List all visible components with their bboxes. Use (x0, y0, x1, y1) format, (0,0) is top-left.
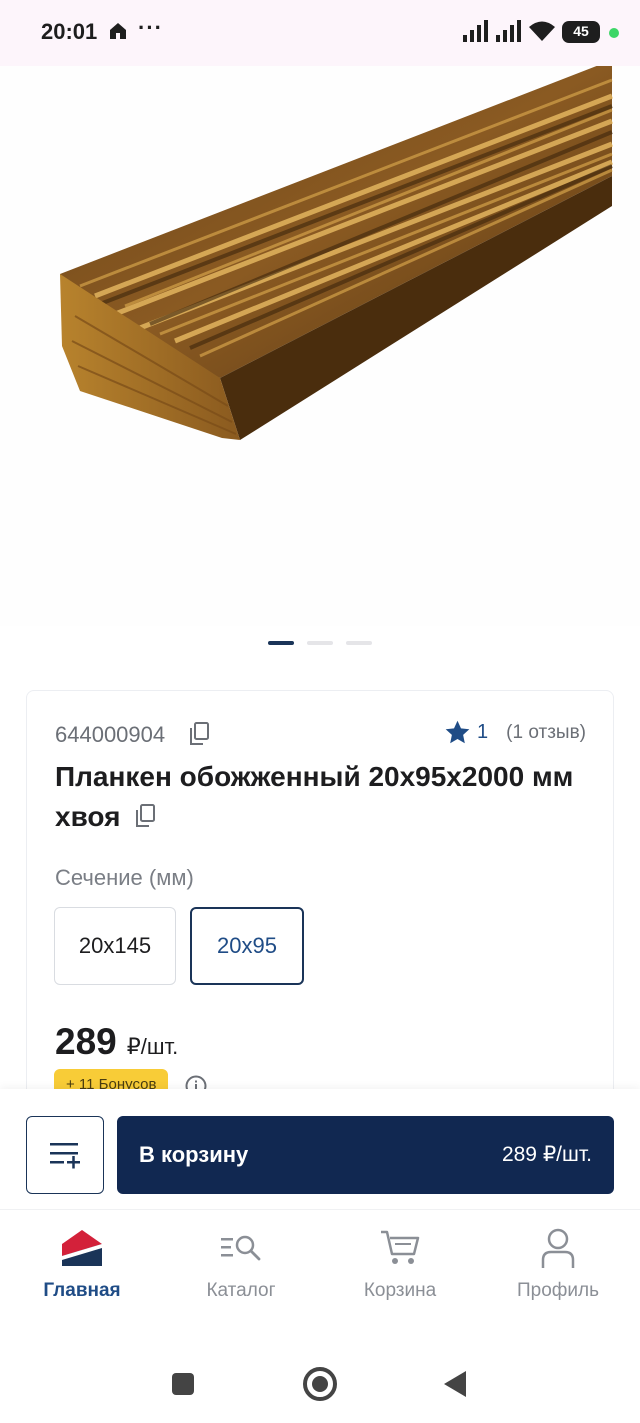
nav-label: Главная (43, 1280, 121, 1301)
pager-dot[interactable] (346, 641, 372, 645)
cart-icon (381, 1230, 420, 1264)
star-icon (445, 720, 470, 744)
pager-dot-active[interactable] (268, 641, 294, 645)
status-bar: 20:01 ··· 45 (0, 0, 640, 66)
pager-dot[interactable] (307, 641, 333, 645)
battery-icon: 45 (562, 21, 600, 43)
signal-icon-2 (496, 20, 521, 42)
option-label: 20x95 (217, 933, 277, 958)
reviews-link[interactable]: (1 отзыв) (506, 722, 586, 744)
profile-icon (541, 1228, 575, 1268)
home-status-icon (110, 23, 126, 39)
option-20x95-selected[interactable]: 20x95 (190, 907, 304, 985)
nav-home[interactable]: Главная (2, 1210, 162, 1320)
bottom-nav: Главная Каталог Корзина Профиль (0, 1209, 640, 1329)
option-label: 20x145 (78, 933, 152, 958)
nav-label: Каталог (206, 1280, 276, 1301)
more-icon: ··· (138, 15, 163, 40)
gallery-pager (268, 641, 372, 645)
nav-label: Профиль (516, 1280, 600, 1301)
nav-profile[interactable]: Профиль (478, 1210, 638, 1320)
cart-button-price: 289 ₽/шт. (501, 1143, 592, 1166)
price-value: 289 (55, 1021, 117, 1062)
list-add-icon (50, 1143, 80, 1169)
product-rating[interactable]: 1 (1 отзыв) (444, 719, 586, 746)
wood-plank-image (60, 66, 613, 440)
nav-label: Корзина (363, 1280, 437, 1301)
product-price: 289 ₽/шт. (55, 1021, 178, 1063)
product-title-text: Планкен обожженный 20x95x2000 мм хвоя (55, 761, 574, 832)
nav-cart[interactable]: Корзина (320, 1210, 480, 1320)
copy-title-icon[interactable] (134, 804, 156, 828)
signal-icon (463, 20, 488, 42)
product-image[interactable] (0, 66, 640, 645)
wifi-icon (529, 21, 555, 41)
system-nav-bar (0, 1329, 640, 1423)
option-20x145[interactable]: 20x145 (54, 907, 176, 985)
action-bar: В корзину 289 ₽/шт. (0, 1089, 640, 1209)
recents-button[interactable] (172, 1373, 194, 1395)
section-label: Сечение (мм) (55, 865, 194, 890)
home-logo-icon (62, 1230, 102, 1266)
add-to-list-button[interactable] (26, 1116, 104, 1194)
product-title: Планкен обожженный 20x95x2000 мм хвоя (55, 757, 585, 837)
home-button[interactable] (303, 1367, 337, 1401)
rating-value: 1 (477, 721, 489, 743)
catalog-search-icon (221, 1235, 261, 1261)
product-sku: 644000904 (55, 722, 166, 747)
price-unit: ₽/шт. (126, 1034, 179, 1059)
product-info-card: 644000904 1 (1 отзыв) Планкен обожженный… (26, 690, 614, 1110)
battery-level: 45 (573, 23, 589, 39)
nav-catalog[interactable]: Каталог (161, 1210, 321, 1320)
status-time: 20:01 (41, 19, 98, 44)
cart-button-label: В корзину (139, 1142, 249, 1167)
copy-sku-icon[interactable] (188, 722, 210, 746)
add-to-cart-button[interactable]: В корзину 289 ₽/шт. (117, 1116, 614, 1194)
back-button[interactable] (444, 1371, 466, 1397)
privacy-dot (609, 28, 619, 38)
